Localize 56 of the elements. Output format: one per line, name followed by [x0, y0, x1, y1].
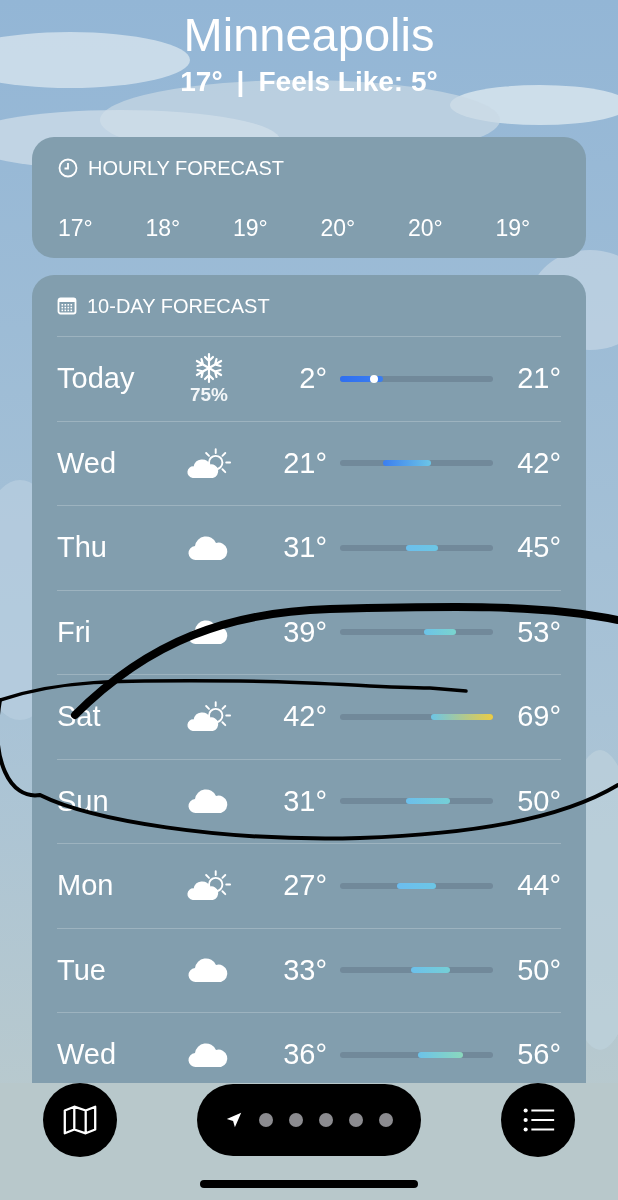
high-temperature: 50° — [516, 784, 561, 818]
hourly-temperature: 17° — [58, 215, 94, 242]
cloud-icon — [188, 1041, 230, 1068]
high-temperature: 56° — [516, 1038, 561, 1072]
low-temperature: 36° — [282, 1038, 327, 1072]
day-label: Today — [57, 362, 136, 396]
day-label: Mon — [57, 869, 115, 903]
low-temperature: 2° — [298, 362, 327, 396]
day-label: Wed — [57, 446, 118, 480]
cloud-icon — [188, 534, 230, 561]
low-temperature: 33° — [282, 953, 327, 987]
page-dot[interactable] — [289, 1113, 303, 1127]
page-dot[interactable] — [319, 1113, 333, 1127]
hourly-temperature: 18° — [145, 215, 182, 242]
hourly-temperature: 20° — [320, 215, 357, 242]
day-label: Tue — [57, 953, 107, 987]
current-temperature: 17° — [180, 65, 223, 99]
cloud-icon — [188, 788, 230, 815]
low-temperature: 31° — [282, 531, 327, 565]
high-temperature: 42° — [516, 446, 561, 480]
clock-icon — [58, 158, 78, 178]
high-temperature: 69° — [516, 700, 561, 734]
day-label: Fri — [57, 615, 92, 649]
low-temperature: 31° — [282, 784, 327, 818]
high-temperature: 53° — [516, 615, 561, 649]
low-temperature: 42° — [282, 700, 327, 734]
low-temperature: 39° — [282, 615, 327, 649]
cloud-icon — [188, 957, 230, 984]
calendar-icon — [57, 296, 77, 316]
hourly-temperature: 20° — [408, 215, 444, 242]
partly-cloudy-icon — [186, 869, 232, 903]
high-temperature: 50° — [516, 953, 561, 987]
partly-cloudy-icon — [186, 700, 232, 734]
cloud-icon — [188, 619, 230, 646]
precipitation-chance: 75% — [190, 383, 228, 406]
low-temperature: 27° — [282, 869, 327, 903]
page-dot[interactable] — [259, 1113, 273, 1127]
hourly-temperature: 19° — [495, 215, 531, 242]
feels-like-text: Feels Like: 5° — [258, 65, 438, 99]
high-temperature: 44° — [516, 869, 561, 903]
high-temperature: 45° — [516, 531, 561, 565]
separator-text: | — [236, 65, 245, 99]
page-dot[interactable] — [379, 1113, 393, 1127]
snowflake-icon — [193, 351, 225, 384]
day-label: Wed — [57, 1038, 118, 1072]
section-title: 10-DAY FORECAST — [87, 294, 270, 318]
partly-cloudy-icon — [186, 446, 232, 480]
page-dot[interactable] — [349, 1113, 363, 1127]
day-label: Thu — [57, 531, 108, 565]
hourly-temperature: 19° — [233, 215, 269, 242]
high-temperature: 21° — [516, 362, 561, 396]
city-name: Minneapolis — [183, 8, 435, 62]
section-title: HOURLY FORECAST — [88, 156, 284, 180]
current-temperature-dot — [370, 374, 379, 383]
location-arrow-icon[interactable] — [225, 1111, 243, 1129]
low-temperature: 21° — [282, 446, 327, 480]
